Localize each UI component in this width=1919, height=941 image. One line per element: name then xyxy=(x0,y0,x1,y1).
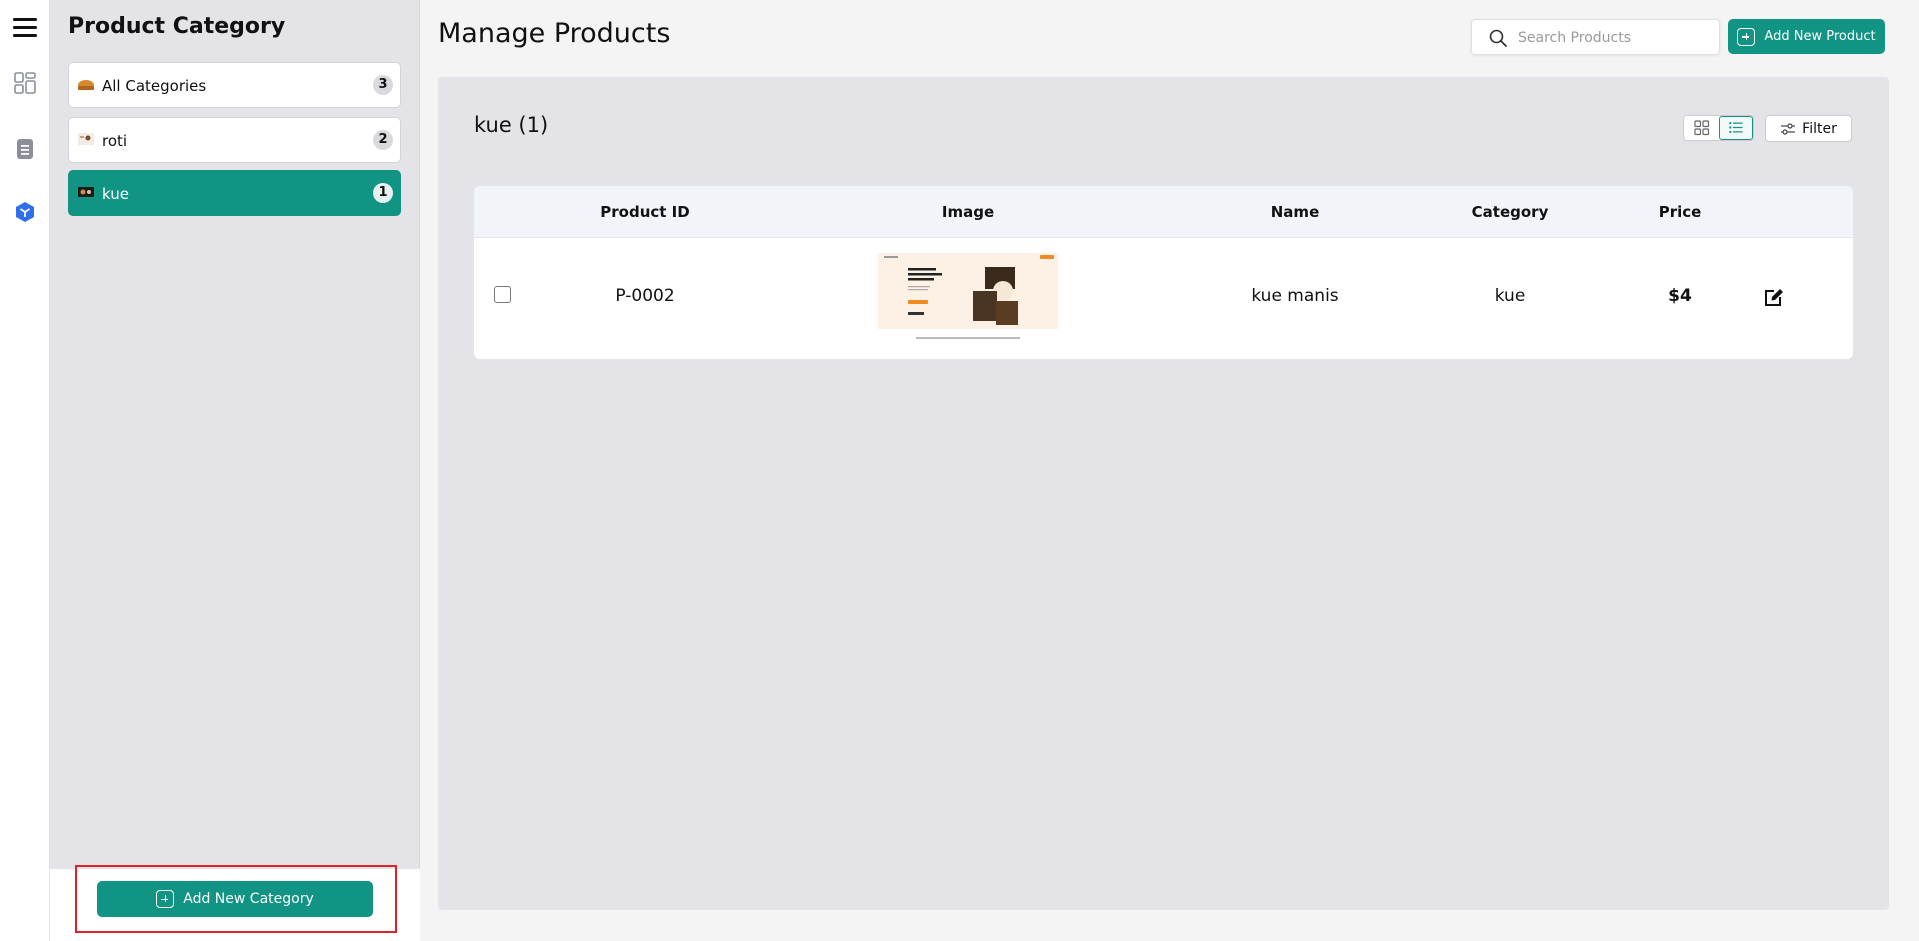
add-new-category-label: Add New Category xyxy=(183,891,314,907)
product-name-cell: kue manis xyxy=(1251,286,1339,306)
category-item-label: All Categories xyxy=(102,77,207,95)
add-new-product-button[interactable]: Add New Product xyxy=(1728,19,1885,54)
search-input[interactable] xyxy=(1518,27,1708,49)
table-header: Product ID Image Name Category Price xyxy=(474,186,1853,238)
category-count-badge: 1 xyxy=(373,183,393,203)
column-header[interactable]: Product ID xyxy=(600,203,689,221)
product-id-cell: P-0002 xyxy=(615,286,675,306)
category-item-label: roti xyxy=(102,132,128,150)
plus-icon xyxy=(156,890,175,908)
column-header[interactable]: Name xyxy=(1271,203,1319,221)
grid-view-button[interactable] xyxy=(1684,116,1719,140)
category-panel-title: Product Category xyxy=(68,14,286,39)
list-view-button[interactable] xyxy=(1719,116,1753,140)
edit-icon[interactable] xyxy=(1762,285,1786,309)
column-header[interactable]: Price xyxy=(1659,203,1702,221)
category-item-label: kue xyxy=(102,185,129,203)
column-header: Image xyxy=(941,203,995,221)
orders-icon[interactable] xyxy=(14,138,36,160)
product-image xyxy=(878,253,1058,347)
category-count-badge: 3 xyxy=(373,75,393,95)
category-item-roti[interactable]: roti 2 xyxy=(68,117,401,163)
menu-icon[interactable] xyxy=(13,18,37,38)
column-header[interactable]: Category xyxy=(1472,203,1549,221)
table-row[interactable]: P-0002 kue manis kue $4 xyxy=(474,238,1853,359)
filter-icon xyxy=(1781,122,1796,135)
products-icon[interactable] xyxy=(14,201,36,223)
page-title: Manage Products xyxy=(438,18,671,49)
products-panel: kue (1) Filter Product ID Image Name Cat… xyxy=(438,77,1889,910)
category-sidebar: Product Category All Categories 3 roti 2… xyxy=(50,0,420,941)
dashboard-icon[interactable] xyxy=(14,72,36,94)
icon-rail xyxy=(0,0,50,941)
view-toggle xyxy=(1683,115,1754,141)
plus-icon xyxy=(1737,27,1756,46)
category-footer: Add New Category xyxy=(50,865,420,941)
image-thumbnail-icon xyxy=(78,133,94,145)
category-item-kue[interactable]: kue 1 xyxy=(68,170,401,216)
add-new-product-label: Add New Product xyxy=(1764,29,1876,44)
category-item-all[interactable]: All Categories 3 xyxy=(68,62,401,108)
list-title: kue (1) xyxy=(474,113,549,137)
image-thumbnail-icon xyxy=(78,187,94,197)
products-table: Product ID Image Name Category Price P-0… xyxy=(474,186,1853,359)
product-price-cell: $4 xyxy=(1668,286,1692,306)
bread-thumbnail-icon xyxy=(78,80,94,90)
row-checkbox[interactable] xyxy=(494,286,511,303)
filter-label: Filter xyxy=(1802,120,1837,137)
search-box xyxy=(1471,19,1720,55)
search-icon xyxy=(1489,29,1507,47)
list-view-icon xyxy=(1729,121,1743,134)
product-category-cell: kue xyxy=(1494,286,1526,306)
add-new-category-button[interactable]: Add New Category xyxy=(97,881,373,917)
category-count-badge: 2 xyxy=(373,130,393,150)
filter-button[interactable]: Filter xyxy=(1765,115,1852,142)
grid-view-icon xyxy=(1694,120,1710,136)
